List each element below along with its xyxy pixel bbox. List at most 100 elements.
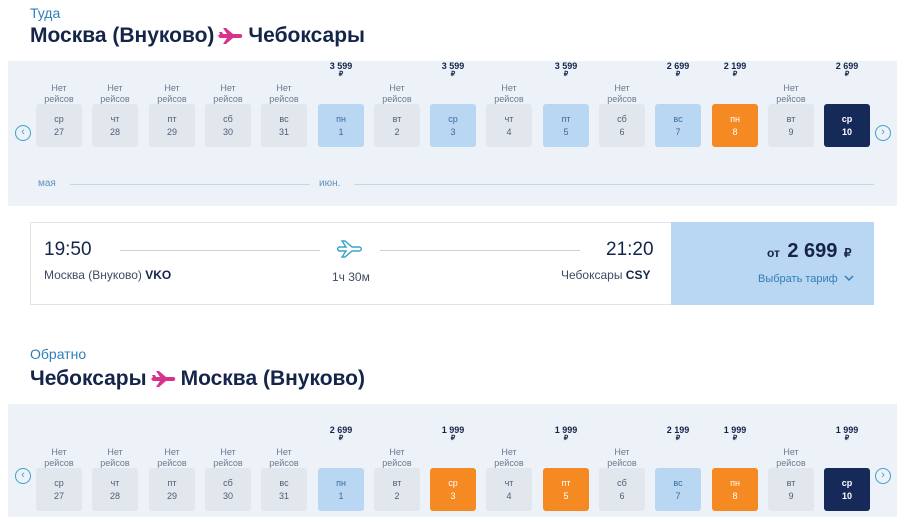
day-price-value: 1 999 bbox=[723, 425, 747, 435]
date-cell[interactable]: вт 2 bbox=[374, 104, 420, 147]
chevron-left-icon[interactable]: ‹ bbox=[15, 125, 31, 141]
date-cell[interactable]: ср 27 bbox=[36, 104, 82, 147]
return-direction-label: Обратно bbox=[30, 346, 87, 362]
day-price: 3 599 ₽ bbox=[543, 61, 589, 79]
day-of-week: ср bbox=[448, 114, 458, 124]
date-cell[interactable]: сб 6 bbox=[599, 468, 645, 511]
date-cell[interactable]: вт 9 bbox=[768, 468, 814, 511]
date-cell[interactable]: пт 5 bbox=[543, 104, 589, 147]
no-flights-label: Нет рейсов bbox=[607, 447, 637, 468]
date-cell[interactable]: вс 7 bbox=[655, 468, 701, 511]
currency-symbol: ₽ bbox=[675, 435, 681, 442]
day-of-week: вт bbox=[392, 114, 402, 124]
no-flights-label: Нет рейсов bbox=[100, 447, 130, 468]
fare-price-panel[interactable] bbox=[671, 222, 874, 305]
day-number: 3 bbox=[450, 127, 456, 137]
date-cell[interactable]: ср 3 bbox=[430, 468, 476, 511]
day-of-week: ср bbox=[54, 114, 64, 124]
day-of-week: сб bbox=[617, 114, 627, 124]
date-cell[interactable]: чт 4 bbox=[486, 104, 532, 147]
date-cell[interactable]: сб 30 bbox=[205, 104, 251, 147]
chevron-left-icon[interactable]: ‹ bbox=[15, 468, 31, 484]
date-cell[interactable]: пт 5 bbox=[543, 468, 589, 511]
no-flights-label: Нет рейсов bbox=[213, 83, 243, 104]
no-flights-label: Нет рейсов bbox=[44, 83, 74, 104]
date-cell[interactable]: вс 31 bbox=[261, 468, 307, 511]
day-of-week: вт bbox=[392, 478, 402, 488]
currency-symbol: ₽ bbox=[732, 435, 738, 442]
date-cell[interactable]: вт 9 bbox=[768, 104, 814, 147]
choose-fare-label: Выбрать тариф bbox=[758, 273, 838, 285]
chevron-right-icon[interactable]: › bbox=[875, 125, 891, 141]
day-of-week: вс bbox=[279, 114, 289, 124]
day-price: 1 999 ₽ bbox=[824, 425, 870, 443]
day-price-value: 3 599 bbox=[329, 61, 353, 71]
price-value: 2 699 bbox=[787, 240, 838, 262]
date-cell[interactable]: пн 8 bbox=[712, 468, 758, 511]
day-number: 27 bbox=[53, 491, 64, 501]
currency-symbol: ₽ bbox=[675, 71, 681, 78]
day-of-week: пн bbox=[730, 114, 740, 124]
month-label-june: июн. bbox=[319, 178, 341, 189]
no-flights-label: Нет рейсов bbox=[44, 447, 74, 468]
day-number: 30 bbox=[222, 491, 233, 501]
day-price: 2 699 ₽ bbox=[318, 425, 364, 443]
day-of-week: пн bbox=[730, 478, 740, 488]
arrival-city: Чебоксары bbox=[561, 268, 623, 282]
no-flights-label: Нет рейсов bbox=[157, 83, 187, 104]
chevron-right-icon[interactable]: › bbox=[875, 468, 891, 484]
date-cell[interactable]: ср 27 bbox=[36, 468, 82, 511]
day-number: 3 bbox=[450, 491, 456, 501]
day-of-week: пн bbox=[336, 114, 346, 124]
day-of-week: чт bbox=[504, 478, 514, 488]
departure-airport: Москва (Внуково) VKO bbox=[44, 268, 171, 282]
airplane-icon bbox=[150, 369, 177, 389]
date-cell[interactable]: чт 28 bbox=[92, 468, 138, 511]
date-cell[interactable]: вс 7 bbox=[655, 104, 701, 147]
date-cell[interactable]: ср 10 bbox=[824, 468, 870, 511]
day-price: 2 699 ₽ bbox=[655, 61, 701, 79]
day-number: 9 bbox=[788, 491, 794, 501]
day-number: 10 bbox=[841, 491, 852, 501]
day-price: 1 999 ₽ bbox=[430, 425, 476, 443]
date-cell[interactable]: ср 10 bbox=[824, 104, 870, 147]
day-number: 7 bbox=[675, 491, 681, 501]
day-number: 8 bbox=[732, 127, 738, 137]
date-cell[interactable]: пн 1 bbox=[318, 104, 364, 147]
day-price: 3 599 ₽ bbox=[318, 61, 364, 79]
date-cell[interactable]: ср 3 bbox=[430, 104, 476, 147]
return-destination: Москва (Внуково) bbox=[180, 367, 365, 390]
choose-fare-link[interactable]: Выбрать тариф bbox=[758, 273, 854, 285]
date-cell[interactable]: пт 29 bbox=[149, 104, 195, 147]
date-cell[interactable]: чт 4 bbox=[486, 468, 532, 511]
date-cell[interactable]: пн 8 bbox=[712, 104, 758, 147]
fare-price: от 2 699 ₽ bbox=[767, 240, 852, 263]
day-number: 5 bbox=[563, 127, 569, 137]
day-price-value: 3 599 bbox=[441, 61, 465, 71]
date-cell[interactable]: сб 30 bbox=[205, 468, 251, 511]
date-cell[interactable]: чт 28 bbox=[92, 104, 138, 147]
currency-symbol: ₽ bbox=[843, 246, 852, 260]
return-route-title: Чебоксары Москва (Внуково) bbox=[30, 367, 365, 391]
currency-symbol: ₽ bbox=[450, 71, 456, 78]
date-cell[interactable]: сб 6 bbox=[599, 104, 645, 147]
day-of-week: пт bbox=[561, 114, 571, 124]
day-number: 4 bbox=[506, 127, 512, 137]
timeline bbox=[120, 250, 320, 251]
day-of-week: ср bbox=[841, 478, 853, 488]
date-cell[interactable]: вт 2 bbox=[374, 468, 420, 511]
day-of-week: сб bbox=[617, 478, 627, 488]
date-cell[interactable]: пн 1 bbox=[318, 468, 364, 511]
outbound-destination: Чебоксары bbox=[248, 24, 365, 47]
date-cell[interactable]: вс 31 bbox=[261, 104, 307, 147]
day-of-week: чт bbox=[504, 114, 514, 124]
day-number: 2 bbox=[394, 127, 400, 137]
day-price: 2 199 ₽ bbox=[655, 425, 701, 443]
date-cell[interactable]: пт 29 bbox=[149, 468, 195, 511]
outbound-route-title: Москва (Внуково) Чебоксары bbox=[30, 24, 365, 48]
day-number: 28 bbox=[109, 491, 120, 501]
day-price-value: 3 599 bbox=[554, 61, 578, 71]
day-of-week: пт bbox=[167, 478, 177, 488]
day-of-week: чт bbox=[110, 478, 120, 488]
day-of-week: сб bbox=[223, 114, 233, 124]
